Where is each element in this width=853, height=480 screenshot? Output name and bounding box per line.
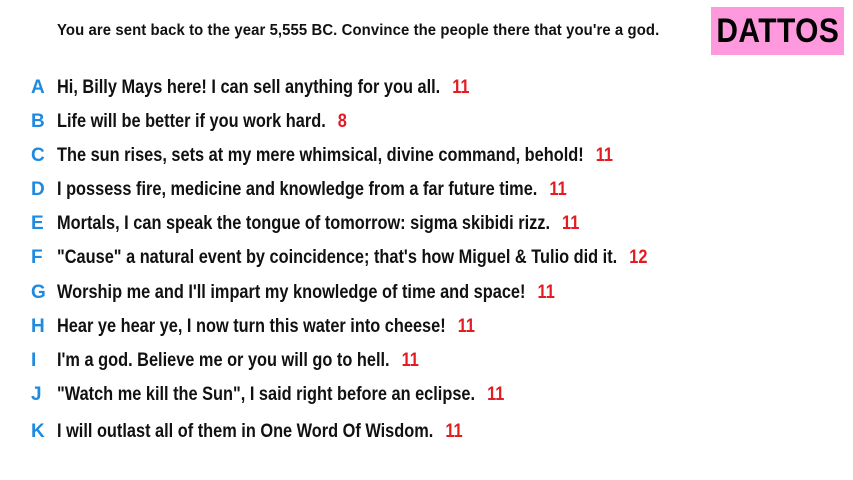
answer-text: I possess fire, medicine and knowledge f… bbox=[57, 179, 538, 200]
answer-letter: F bbox=[31, 247, 43, 268]
answer-line: "Watch me kill the Sun", I said right be… bbox=[57, 384, 504, 406]
answer-line: I'm a god. Believe me or you will go to … bbox=[57, 350, 419, 372]
answer-row-b: B Life will be better if you work hard. 8 bbox=[0, 109, 853, 135]
answer-letter: A bbox=[31, 77, 45, 98]
answer-line: I possess fire, medicine and knowledge f… bbox=[57, 179, 567, 201]
answer-line: Mortals, I can speak the tongue of tomor… bbox=[57, 213, 579, 235]
answer-letter: I bbox=[31, 350, 37, 371]
answer-count: 11 bbox=[562, 213, 580, 234]
answer-text: Hear ye hear ye, I now turn this water i… bbox=[57, 316, 446, 337]
answer-line: "Cause" a natural event by coincidence; … bbox=[57, 247, 647, 269]
answer-text: Hi, Billy Mays here! I can sell anything… bbox=[57, 77, 441, 98]
answer-count: 11 bbox=[487, 384, 505, 405]
answer-count: 11 bbox=[457, 316, 475, 337]
answer-letter: C bbox=[31, 145, 45, 166]
answer-count: 11 bbox=[452, 77, 470, 98]
answer-count: 12 bbox=[629, 247, 648, 268]
answer-count: 11 bbox=[401, 350, 419, 371]
answer-count: 11 bbox=[537, 282, 555, 303]
answer-line: Hi, Billy Mays here! I can sell anything… bbox=[57, 77, 470, 99]
answer-letter: H bbox=[31, 316, 45, 337]
answer-text: "Watch me kill the Sun", I said right be… bbox=[57, 384, 476, 405]
answer-row-i: I I'm a god. Believe me or you will go t… bbox=[0, 348, 853, 374]
answer-line: Hear ye hear ye, I now turn this water i… bbox=[57, 316, 475, 338]
answer-line: The sun rises, sets at my mere whimsical… bbox=[57, 145, 613, 167]
answer-letter: E bbox=[31, 213, 44, 234]
answer-count: 11 bbox=[595, 145, 614, 166]
answer-letter: G bbox=[31, 282, 46, 303]
answer-text: The sun rises, sets at my mere whimsical… bbox=[57, 145, 584, 166]
answer-letter: J bbox=[31, 384, 42, 405]
answer-row-a: A Hi, Billy Mays here! I can sell anythi… bbox=[0, 75, 853, 101]
answer-count: 11 bbox=[549, 179, 567, 200]
answer-count: 11 bbox=[445, 421, 463, 442]
answer-text: I'm a god. Believe me or you will go to … bbox=[57, 350, 390, 371]
answer-line: Life will be better if you work hard. 8 bbox=[57, 111, 347, 133]
answer-text: Mortals, I can speak the tongue of tomor… bbox=[57, 213, 551, 234]
answer-row-f: F "Cause" a natural event by coincidence… bbox=[0, 245, 853, 271]
answer-text: Worship me and I'll impart my knowledge … bbox=[57, 282, 526, 303]
answer-text: I will outlast all of them in One Word O… bbox=[57, 421, 434, 442]
answer-row-h: H Hear ye hear ye, I now turn this water… bbox=[0, 314, 853, 340]
answer-count: 8 bbox=[337, 111, 347, 132]
answer-row-g: G Worship me and I'll impart my knowledg… bbox=[0, 280, 853, 306]
answer-line: Worship me and I'll impart my knowledge … bbox=[57, 282, 555, 304]
answer-letter: D bbox=[31, 179, 45, 200]
answer-row-e: E Mortals, I can speak the tongue of tom… bbox=[0, 211, 853, 237]
answer-row-j: J "Watch me kill the Sun", I said right … bbox=[0, 382, 853, 408]
answer-row-d: D I possess fire, medicine and knowledge… bbox=[0, 177, 853, 203]
answer-row-c: C The sun rises, sets at my mere whimsic… bbox=[0, 143, 853, 169]
answer-list: A Hi, Billy Mays here! I can sell anythi… bbox=[0, 0, 853, 480]
answer-text: "Cause" a natural event by coincidence; … bbox=[57, 247, 618, 268]
answer-row-k: K I will outlast all of them in One Word… bbox=[0, 419, 853, 445]
answer-text: Life will be better if you work hard. bbox=[57, 111, 326, 132]
answer-letter: K bbox=[31, 421, 45, 442]
answer-letter: B bbox=[31, 111, 45, 132]
answer-line: I will outlast all of them in One Word O… bbox=[57, 421, 463, 443]
